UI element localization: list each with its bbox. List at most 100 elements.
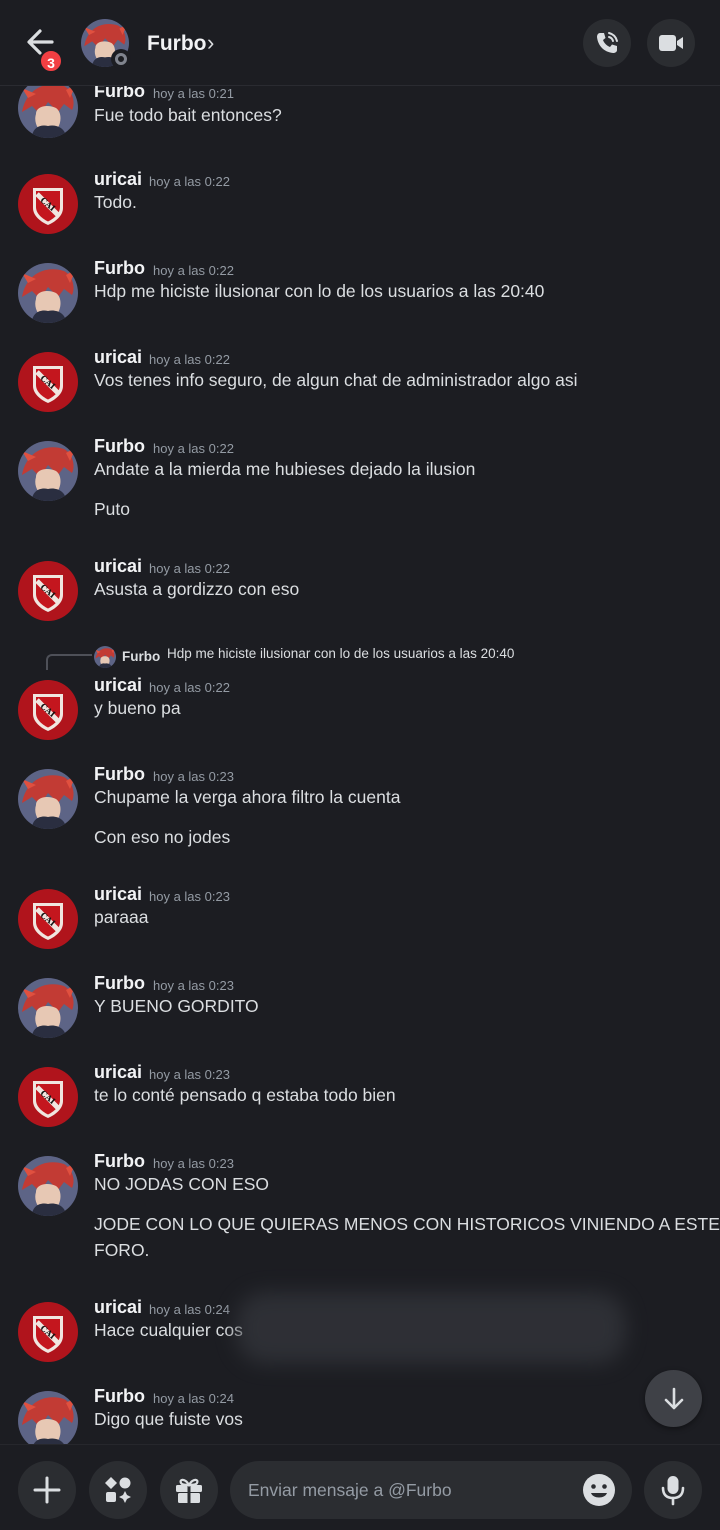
message-timestamp: hoy a las 0:23 <box>149 889 230 904</box>
reply-preview-text[interactable]: Hdp me hiciste ilusionar con lo de los u… <box>167 646 514 661</box>
message-timestamp: hoy a las 0:23 <box>153 1156 234 1171</box>
message[interactable]: CAI uricai hoy a las 0:23 paraaa <box>0 884 720 949</box>
message[interactable]: Furbo hoy a las 0:23 Y BUENO GORDITO <box>0 973 720 1038</box>
message[interactable]: Furbo hoy a las 0:22 Andate a la mierda me… <box>0 436 720 531</box>
author-name[interactable]: Furbo <box>94 436 145 457</box>
furbo-avatar-image <box>18 1156 78 1216</box>
message-timestamp: hoy a las 0:23 <box>153 978 234 993</box>
message-text: Con eso no jodes <box>94 827 231 847</box>
author-name[interactable]: uricai <box>94 556 142 577</box>
message-input[interactable] <box>248 1461 568 1519</box>
chevron-right-icon[interactable]: › <box>207 30 214 56</box>
message[interactable]: CAI uricai hoy a las 0:22 Asusta a gordizzo… <box>0 556 720 621</box>
author-name[interactable]: uricai <box>94 675 142 696</box>
message[interactable]: CAI uricai hoy a las 0:22 y bueno pa <box>0 675 720 740</box>
message-timestamp: hoy a las 0:22 <box>153 441 234 456</box>
author-avatar[interactable] <box>18 1156 78 1216</box>
author-name[interactable]: Furbo <box>94 1151 145 1172</box>
message-composer <box>0 1444 720 1530</box>
message-text: Asusta a gordizzo con eso <box>94 579 300 599</box>
message-text: Chupame la verga ahora filtro la cuenta <box>94 787 401 807</box>
message-text: Vos tenes info seguro, de algun chat de … <box>94 370 578 390</box>
author-name[interactable]: uricai <box>94 1297 142 1318</box>
message-text: NO JODAS CON ESO <box>94 1174 270 1194</box>
reply-avatar <box>94 646 116 668</box>
author-name[interactable]: uricai <box>94 884 142 905</box>
dm-title[interactable]: Furbo <box>147 32 206 56</box>
message-list[interactable]: Furbo hoy a las 0:21 Fue todo bait entonce… <box>0 86 720 1444</box>
message-text: paraaa <box>94 907 149 927</box>
author-name[interactable]: Furbo <box>94 258 145 279</box>
chat-header: 3 Furbo › <box>0 0 720 86</box>
message-text: Digo que fuiste vos <box>94 1409 243 1429</box>
message-timestamp: hoy a las 0:24 <box>153 1391 234 1406</box>
message[interactable]: Furbo hoy a las 0:21 Fue todo bait entonce… <box>0 86 720 138</box>
author-avatar[interactable] <box>18 1391 78 1444</box>
message[interactable]: Furbo hoy a las 0:23 Chupame la verga ahor… <box>0 764 720 859</box>
apps-button[interactable] <box>89 1461 147 1519</box>
author-avatar[interactable] <box>18 769 78 829</box>
message-text: Y BUENO GORDITO <box>94 996 259 1016</box>
message[interactable]: Furbo hoy a las 0:22 Hdp me hiciste ilusio… <box>0 258 720 323</box>
author-name[interactable]: Furbo <box>94 1386 145 1407</box>
author-name[interactable]: Furbo <box>94 973 145 994</box>
message-text: JODE CON LO QUE QUIERAS MENOS CON HISTOR… <box>94 1214 720 1234</box>
phone-call-icon <box>597 32 618 53</box>
message[interactable]: CAI uricai hoy a las 0:22 Vos tenes info se… <box>0 347 720 412</box>
message[interactable]: CAI uricai hoy a las 0:23 te lo conté pensa… <box>0 1062 720 1127</box>
uricai-avatar-image: CAI <box>18 174 78 234</box>
uricai-avatar-image: CAI <box>18 561 78 621</box>
uricai-avatar-image: CAI <box>18 1067 78 1127</box>
author-avatar[interactable]: CAI <box>18 561 78 621</box>
uricai-avatar-image: CAI <box>18 1302 78 1362</box>
voice-message-button[interactable] <box>644 1461 702 1519</box>
message[interactable]: Furbo hoy a las 0:23 NO JODAS CON ESO JODE … <box>0 1151 720 1272</box>
message-text: y bueno pa <box>94 698 181 718</box>
voice-call-button[interactable] <box>583 19 631 67</box>
author-avatar[interactable] <box>18 86 78 138</box>
emoji-icon[interactable] <box>582 1473 616 1507</box>
author-name[interactable]: Furbo <box>94 764 145 785</box>
furbo-avatar-image <box>18 769 78 829</box>
author-avatar[interactable]: CAI <box>18 1302 78 1362</box>
author-avatar[interactable]: CAI <box>18 174 78 234</box>
message-timestamp: hoy a las 0:21 <box>153 86 234 101</box>
reply-connector <box>46 654 92 670</box>
gift-button[interactable] <box>160 1461 218 1519</box>
message-timestamp: hoy a las 0:23 <box>153 769 234 784</box>
apps-icon <box>105 1477 131 1503</box>
message-text: Hace cualquier cos <box>94 1320 243 1340</box>
message[interactable]: Furbo hoy a las 0:24 Digo que fuiste vos <box>0 1386 720 1444</box>
microphone-icon <box>661 1476 685 1506</box>
author-avatar[interactable]: CAI <box>18 680 78 740</box>
author-avatar[interactable] <box>18 263 78 323</box>
uricai-avatar-image: CAI <box>18 680 78 740</box>
author-avatar[interactable]: CAI <box>18 352 78 412</box>
notification-badge: 3 <box>39 49 63 73</box>
furbo-avatar-image <box>18 978 78 1038</box>
offline-status-icon <box>111 49 131 69</box>
furbo-avatar-image <box>18 86 78 138</box>
message-timestamp: hoy a las 0:22 <box>149 561 230 576</box>
author-name[interactable]: uricai <box>94 347 142 368</box>
arrow-down-icon <box>664 1387 683 1409</box>
add-attachment-button[interactable] <box>18 1461 76 1519</box>
message-timestamp: hoy a las 0:22 <box>153 263 234 278</box>
message-input-container[interactable] <box>230 1461 632 1519</box>
message-text: Hdp me hiciste ilusionar con lo de los u… <box>94 281 545 301</box>
video-call-button[interactable] <box>647 19 695 67</box>
message[interactable]: CAI uricai hoy a las 0:22 Todo. <box>0 169 720 234</box>
author-name[interactable]: uricai <box>94 169 142 190</box>
furbo-avatar-image <box>18 441 78 501</box>
message-text: Fue todo bait entonces? <box>94 105 282 125</box>
message-text: Todo. <box>94 192 137 212</box>
author-avatar[interactable] <box>18 441 78 501</box>
author-avatar[interactable]: CAI <box>18 889 78 949</box>
author-avatar[interactable] <box>18 978 78 1038</box>
reply-author[interactable]: Furbo <box>122 649 160 664</box>
jump-to-latest-button[interactable] <box>645 1370 702 1427</box>
author-avatar[interactable]: CAI <box>18 1067 78 1127</box>
author-name[interactable]: Furbo <box>94 86 145 102</box>
uricai-avatar-image: CAI <box>18 889 78 949</box>
author-name[interactable]: uricai <box>94 1062 142 1083</box>
